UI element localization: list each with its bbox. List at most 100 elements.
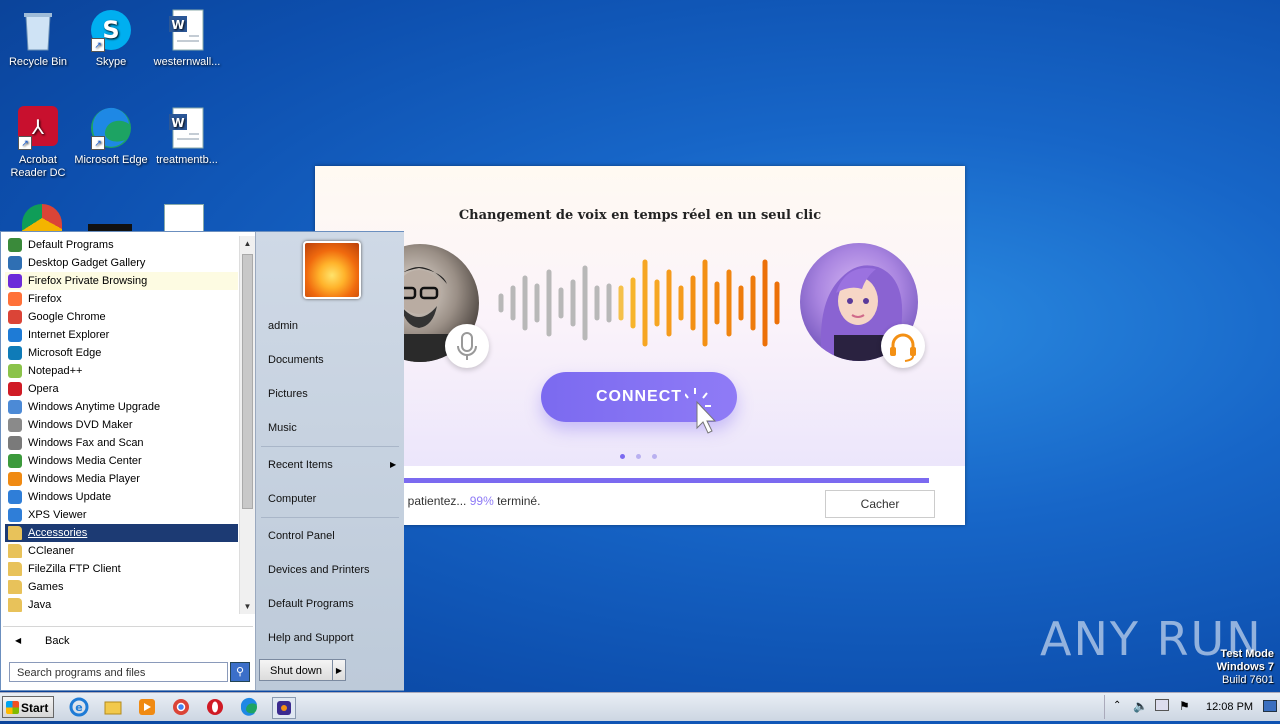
taskbar-clock[interactable]: 12:08 PM <box>1206 701 1253 713</box>
program-icon <box>8 418 22 432</box>
program-item[interactable]: Default Programs <box>5 236 238 254</box>
program-item[interactable]: Windows Update <box>5 488 238 506</box>
test-mode-notice: Test Mode Windows 7 Build 7601 <box>1217 648 1274 687</box>
program-item[interactable]: Firefox <box>5 290 238 308</box>
program-label: Notepad++ <box>28 365 83 377</box>
desktop-icon-label: Skype <box>95 56 127 68</box>
start-button[interactable]: Start <box>2 696 54 718</box>
back-arrow-icon: ◀ <box>15 636 22 645</box>
program-item[interactable]: Internet Explorer <box>5 326 238 344</box>
taskbar-explorer-icon[interactable] <box>102 697 124 717</box>
program-item[interactable]: Windows Media Center <box>5 452 238 470</box>
network-icon[interactable] <box>1155 699 1169 711</box>
desktop-icon-recycle-bin[interactable]: Recycle Bin <box>0 8 76 69</box>
desktop-icon-label: westernwall... <box>153 56 221 68</box>
svg-text:⅄: ⅄ <box>31 115 45 139</box>
start-item-user[interactable]: admin <box>268 320 298 332</box>
carousel-dot[interactable] <box>620 454 625 459</box>
hide-button[interactable]: Cacher <box>825 490 935 518</box>
start-item-computer[interactable]: Computer <box>268 493 316 505</box>
program-item[interactable]: Microsoft Edge <box>5 344 238 362</box>
taskbar-media-player-icon[interactable] <box>136 697 158 717</box>
taskbar-chrome-icon[interactable] <box>170 697 192 717</box>
desktop-icon-westernwall[interactable]: W westernwall... <box>149 8 225 69</box>
program-item[interactable]: Accessories <box>5 524 238 542</box>
program-item[interactable]: Opera <box>5 380 238 398</box>
program-icon <box>8 472 22 486</box>
desktop-icon-partial-word[interactable] <box>164 204 204 232</box>
taskbar-internet-explorer-icon[interactable]: e <box>68 697 90 717</box>
desktop-icon-label: Recycle Bin <box>8 56 68 68</box>
program-label: Windows Fax and Scan <box>28 437 144 449</box>
desktop-icon-edge[interactable]: ↗ Microsoft Edge <box>73 106 149 167</box>
carousel-dot[interactable] <box>636 454 641 459</box>
taskbar-opera-icon[interactable] <box>204 697 226 717</box>
scroll-down-icon[interactable]: ▼ <box>240 599 255 614</box>
scroll-up-icon[interactable]: ▲ <box>240 236 255 251</box>
search-programs-input[interactable]: Search programs and files <box>9 662 228 682</box>
taskbar-installer-app-icon[interactable] <box>272 697 296 719</box>
program-item[interactable]: Games <box>5 578 238 596</box>
start-item-pictures[interactable]: Pictures <box>268 388 308 400</box>
start-item-control-panel[interactable]: Control Panel <box>268 530 335 542</box>
desktop-icon-acrobat[interactable]: ⅄ ↗ Acrobat Reader DC <box>0 106 76 180</box>
program-item[interactable]: Windows Anytime Upgrade <box>5 398 238 416</box>
show-hidden-icons-icon[interactable]: ⌃ <box>1113 700 1121 711</box>
program-label: CCleaner <box>28 545 75 557</box>
skype-icon: S ↗ <box>89 8 133 52</box>
shortcut-arrow-icon: ↗ <box>91 38 105 52</box>
program-label: Desktop Gadget Gallery <box>28 257 146 269</box>
desktop-icon-label: Microsoft Edge <box>74 154 148 166</box>
start-item-devices[interactable]: Devices and Printers <box>268 564 370 576</box>
carousel-dot[interactable] <box>652 454 657 459</box>
show-desktop-icon[interactable] <box>1263 700 1277 712</box>
status-percent: 99% <box>469 494 494 508</box>
program-item[interactable]: FileZilla FTP Client <box>5 560 238 578</box>
start-item-default-programs[interactable]: Default Programs <box>268 598 354 610</box>
program-icon <box>8 238 22 252</box>
program-item[interactable]: Desktop Gadget Gallery <box>5 254 238 272</box>
back-button[interactable]: ◀ Back <box>3 626 253 657</box>
program-item[interactable]: Notepad++ <box>5 362 238 380</box>
edge-icon: ↗ <box>89 106 133 150</box>
program-item[interactable]: Google Chrome <box>5 308 238 326</box>
desktop-icon-skype[interactable]: S ↗ Skype <box>73 8 149 69</box>
windows-logo-icon <box>6 701 19 714</box>
program-item[interactable]: Java <box>5 596 238 614</box>
submenu-arrow-icon: ▶ <box>390 460 397 469</box>
volume-icon[interactable]: 🔈 <box>1133 699 1148 713</box>
desktop-icon-label: Acrobat Reader DC <box>10 154 66 179</box>
program-icon <box>8 454 22 468</box>
start-label: Start <box>21 701 49 715</box>
shutdown-options-arrow-icon[interactable]: ▶ <box>332 659 346 681</box>
start-item-help[interactable]: Help and Support <box>268 632 354 644</box>
desktop-icon-treatment[interactable]: W treatmentb... <box>149 106 225 167</box>
program-icon <box>8 310 22 324</box>
taskbar: Start e ⌃ 🔈 ⚑ 12:08 PM <box>0 692 1280 721</box>
action-center-flag-icon[interactable]: ⚑ <box>1179 699 1190 713</box>
shutdown-label: Shut down <box>270 665 322 677</box>
start-item-recent[interactable]: Recent Items <box>268 459 333 471</box>
installer-window: Changement de voix en temps réel en un s… <box>315 166 965 525</box>
program-item[interactable]: Firefox Private Browsing <box>5 272 238 290</box>
word-document-icon: W <box>165 106 209 150</box>
start-item-documents[interactable]: Documents <box>268 354 324 366</box>
programs-scrollbar[interactable]: ▲ ▼ <box>239 236 255 614</box>
program-item[interactable]: Windows Fax and Scan <box>5 434 238 452</box>
program-item[interactable]: CCleaner <box>5 542 238 560</box>
shutdown-button[interactable]: Shut down <box>259 659 333 681</box>
program-icon <box>8 364 22 378</box>
program-item[interactable]: Windows DVD Maker <box>5 416 238 434</box>
user-picture-avatar[interactable] <box>303 241 361 299</box>
os-label: Windows 7 <box>1216 661 1274 673</box>
start-item-music[interactable]: Music <box>268 422 297 434</box>
desktop-icon-partial-chrome[interactable] <box>22 204 62 232</box>
carousel-dots <box>620 450 668 462</box>
program-item[interactable]: Windows Media Player <box>5 470 238 488</box>
scrollbar-thumb[interactable] <box>242 254 253 509</box>
taskbar-edge-icon[interactable] <box>238 697 260 717</box>
installer-banner: Changement de voix en temps réel en un s… <box>315 166 965 466</box>
voice-waveform <box>498 259 780 347</box>
search-icon[interactable]: ⚲ <box>230 662 250 682</box>
program-item[interactable]: XPS Viewer <box>5 506 238 524</box>
